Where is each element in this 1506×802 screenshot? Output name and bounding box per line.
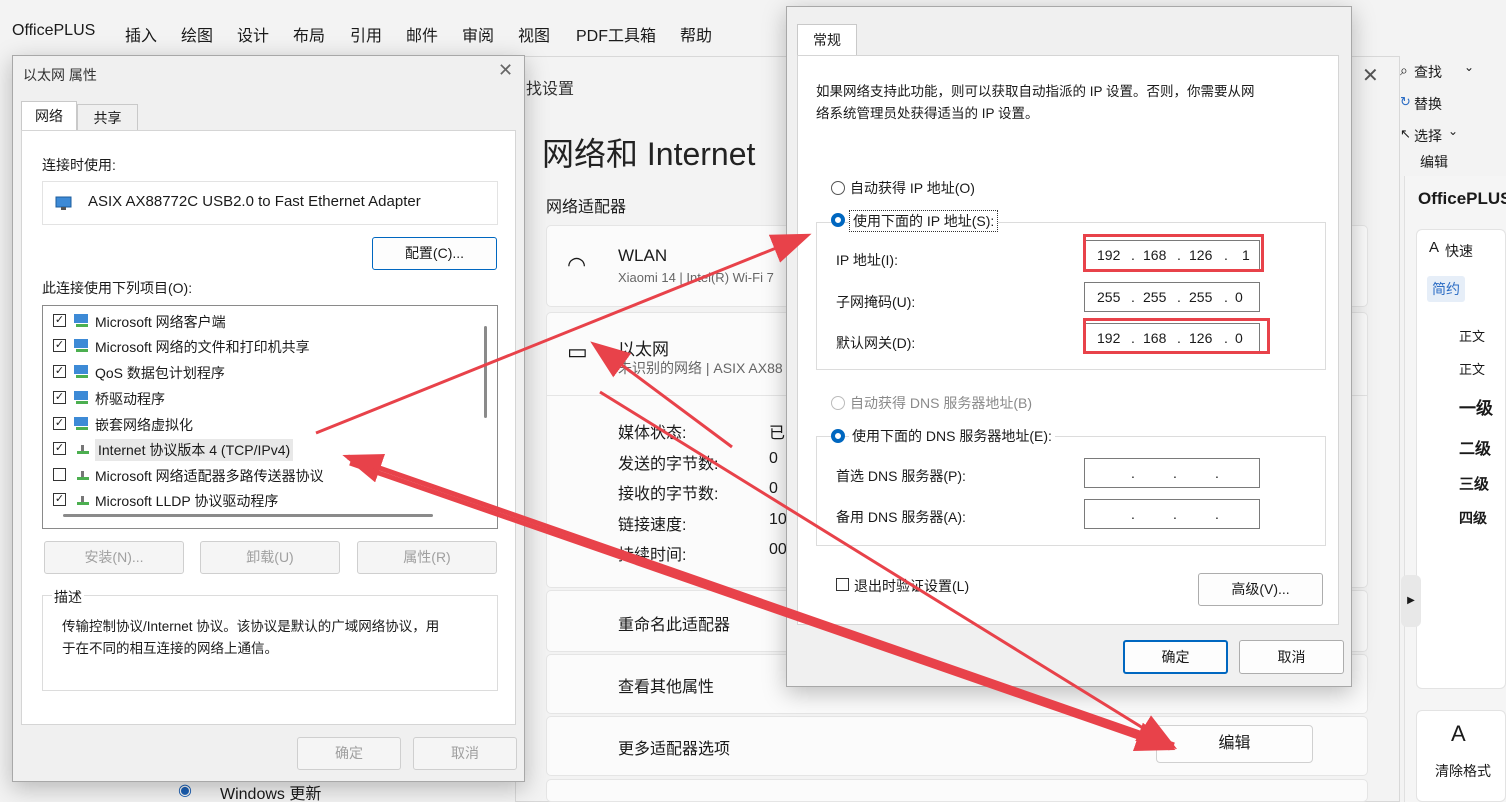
arrow-to-edit-button [599,390,1178,750]
annotation-arrows [315,233,1178,752]
arrow-from-ipv4-item [349,460,1176,752]
arrow-to-ipv4-item [342,454,1175,748]
arrow-to-ip-dialog [315,233,812,435]
